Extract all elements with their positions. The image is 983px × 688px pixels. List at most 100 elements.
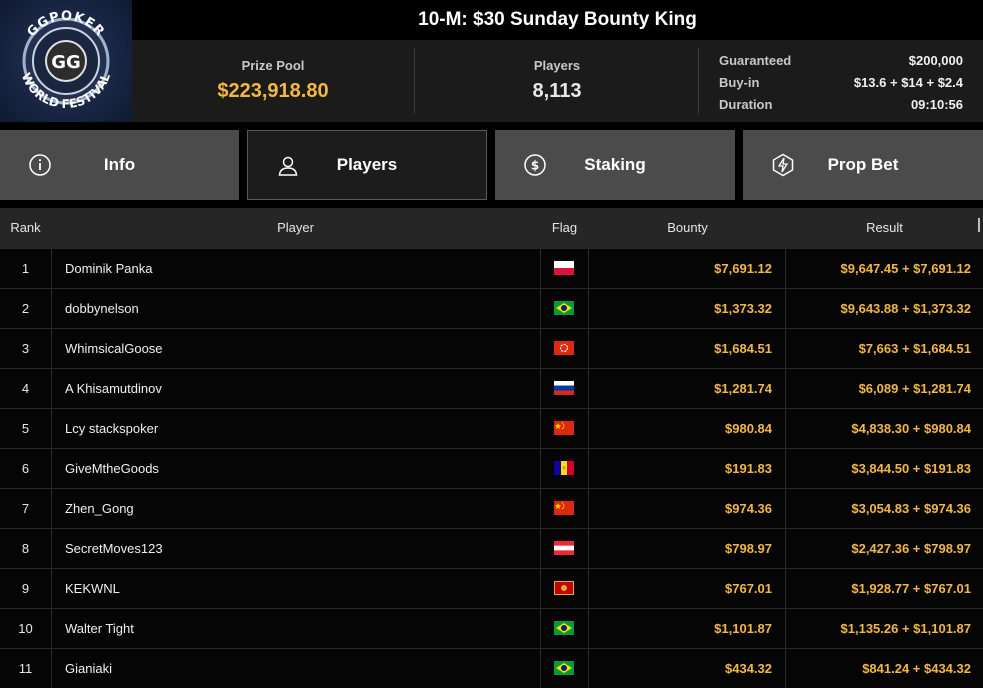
player-name-cell[interactable]: dobbynelson [51,289,540,328]
tab-info-label: Info [103,155,136,174]
tab-staking[interactable]: $ Staking [495,130,735,200]
logo-center-text: GG [51,52,81,73]
rank-cell: 7 [21,501,30,516]
player-name-cell[interactable]: Zhen_Gong [51,489,540,528]
player-name-cell[interactable]: SecretMoves123 [51,529,540,568]
flag-cell [540,249,589,288]
player-name-cell[interactable]: WhimsicalGoose [51,329,540,368]
tab-prop-bet[interactable]: Prop Bet [743,130,983,200]
result-cell: $1,135.26 + $1,101.87 [840,621,971,636]
prize-pool-label: Prize Pool [241,58,305,73]
country-flag-icon [554,421,574,435]
result-cell: $3,054.83 + $974.36 [851,501,971,516]
country-flag-icon [554,541,574,555]
scrollbar-thumb[interactable] [978,218,980,232]
result-cell: $2,427.36 + $798.97 [851,541,971,556]
guaranteed-label: Guaranteed [719,53,792,68]
table-row[interactable]: 2 dobbynelson $1,373.32 $9,643.88 + $1,373.… [0,288,983,328]
tab-players[interactable]: Players [247,130,487,200]
result-cell: $7,663 + $1,684.51 [858,341,971,356]
bounty-cell: $798.97 [589,529,786,568]
duration-row: Duration 09:10:56 [719,94,963,116]
country-flag-icon [554,621,574,635]
players-value: 8,113 [532,80,582,102]
flag-cell [540,329,589,368]
player-name-cell[interactable]: Dominik Panka [51,249,540,288]
country-flag-icon [554,461,574,475]
player-name-cell[interactable]: A Khisamutdinov [51,369,540,408]
bounty-cell: $191.83 [589,449,786,488]
player-name-cell[interactable]: GiveMtheGoods [51,449,540,488]
player-name-cell[interactable]: KEKWNL [51,569,540,608]
header-rank[interactable]: Rank [0,208,51,248]
result-cell: $3,844.50 + $191.83 [851,461,971,476]
flag-cell [540,449,589,488]
rank-cell: 8 [21,541,30,556]
duration-value: 09:10:56 [910,97,963,112]
tab-players-label: Players [336,155,398,174]
bounty-cell: $1,373.32 [589,289,786,328]
table-row[interactable]: 3 WhimsicalGoose $1,684.51 $7,663 + $1,684.… [0,328,983,368]
result-cell: $4,838.30 + $980.84 [851,421,971,436]
tournament-details: Guaranteed $200,000 Buy-in $13.6 + $14 +… [719,50,963,116]
rank-cell: 11 [18,661,33,676]
header-flag[interactable]: Flag [540,208,589,248]
buyin-row: Buy-in $13.6 + $14 + $2.4 [719,72,963,94]
table-row[interactable]: 8 SecretMoves123 $798.97 $2,427.36 + $798.9… [0,528,983,568]
prize-pool-stat: Prize Pool $223,918.80 [132,40,414,122]
country-flag-icon [554,301,574,315]
table-row[interactable]: 6 GiveMtheGoods $191.83 $3,844.50 + $191.83 [0,448,983,488]
table-header: Rank Player Flag Bounty Result [0,208,983,248]
flag-cell [540,489,589,528]
table-row[interactable]: 11 Gianiaki $434.32 $841.24 + $434.32 [0,648,983,688]
guaranteed-row: Guaranteed $200,000 [719,50,963,72]
duration-label: Duration [719,97,773,112]
header-result[interactable]: Result [786,208,983,248]
players-table: Rank Player Flag Bounty Result 1 Dominik … [0,208,983,688]
bounty-cell: $1,281.74 [589,369,786,408]
flag-cell [540,369,589,408]
players-label: Players [533,58,581,73]
ggpoker-world-festival-logo: GGPOKER WORLD FESTIVAL GG [0,0,132,122]
table-row[interactable]: 9 KEKWNL $767.01 $1,928.77 + $767.01 [0,568,983,608]
header-player[interactable]: Player [51,208,540,248]
player-name-cell[interactable]: Gianiaki [51,649,540,688]
tab-prop-bet-label: Prop Bet [827,155,899,174]
rank-cell: 9 [21,581,30,596]
tab-bar: Info Players $ Staking Prop Bet [0,130,983,200]
table-row[interactable]: 10 Walter Tight $1,101.87 $1,135.26 + $1,10… [0,608,983,648]
rank-cell: 5 [21,421,30,436]
country-flag-icon [554,381,574,395]
result-cell: $841.24 + $434.32 [862,661,971,676]
result-cell: $9,643.88 + $1,373.32 [840,301,971,316]
bounty-cell: $767.01 [589,569,786,608]
tournament-header: GGPOKER WORLD FESTIVAL GG 10-M: $30 Sund… [0,0,983,122]
player-name-cell[interactable]: Walter Tight [51,609,540,648]
guaranteed-value: $200,000 [908,53,963,68]
bounty-cell: $7,691.12 [589,249,786,288]
table-row[interactable]: 5 Lcy stackspoker $980.84 $4,838.30 + $980.… [0,408,983,448]
bounty-cell: $1,684.51 [589,329,786,368]
flag-cell [540,529,589,568]
player-name-cell[interactable]: Lcy stackspoker [51,409,540,448]
header-bounty[interactable]: Bounty [589,208,786,248]
rank-cell: 4 [21,381,30,396]
rank-cell: 10 [18,621,33,636]
country-flag-icon [554,581,574,595]
tournament-title: 10-M: $30 Sunday Bounty King [132,0,983,40]
svg-text:$: $ [531,159,539,173]
table-body: 1 Dominik Panka $7,691.12 $9,647.45 + $7,69… [0,248,983,688]
bounty-cell: $980.84 [589,409,786,448]
info-icon [28,153,52,177]
tab-info[interactable]: Info [0,130,239,200]
country-flag-icon [554,341,574,355]
table-row[interactable]: 1 Dominik Panka $7,691.12 $9,647.45 + $7,69… [0,248,983,288]
rank-cell: 2 [21,301,30,316]
rank-cell: 1 [21,261,30,276]
bounty-cell: $1,101.87 [589,609,786,648]
table-row[interactable]: 4 A Khisamutdinov $1,281.74 $6,089 + $1,281… [0,368,983,408]
user-icon [276,154,300,178]
bounty-cell: $974.36 [589,489,786,528]
table-row[interactable]: 7 Zhen_Gong $974.36 $3,054.83 + $974.36 [0,488,983,528]
result-cell: $6,089 + $1,281.74 [858,381,971,396]
